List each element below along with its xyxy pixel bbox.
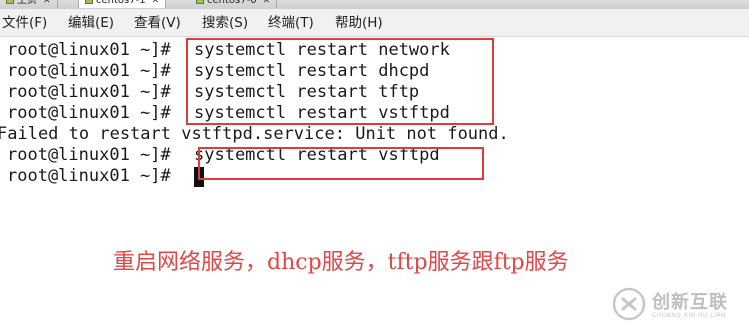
- tab-label: 主页: [17, 0, 37, 6]
- menu-help[interactable]: 帮助(H): [335, 14, 383, 32]
- tab-label: centos7-1: [96, 0, 146, 6]
- terminal-line: root@linux01 ~]# systemctl restart dhcpd: [0, 61, 429, 82]
- error-output: Failed to restart vstftpd.service: Unit …: [0, 124, 509, 144]
- home-icon: [6, 0, 14, 4]
- close-icon[interactable]: ✕: [263, 0, 271, 6]
- shell-prompt: root@linux01 ~]#: [7, 40, 171, 60]
- menu-file[interactable]: 文件(F): [2, 14, 47, 32]
- tab-label: centos7-0: [207, 0, 257, 6]
- terminal-line: root@linux01 ~]#: [0, 166, 204, 187]
- terminal-line: root@linux01 ~]# systemctl restart netwo…: [0, 40, 450, 61]
- terminal-line: root@linux01 ~]# systemctl restart vsftp…: [0, 145, 440, 166]
- terminal-line: root@linux01 ~]# systemctl restart vstft…: [0, 103, 450, 124]
- shell-prompt: root@linux01 ~]#: [7, 82, 171, 102]
- watermark-title: 创新互联: [652, 292, 728, 313]
- highlight-box-commands: [186, 38, 494, 125]
- menu-search[interactable]: 搜索(S): [202, 14, 248, 32]
- shell-prompt: root@linux01 ~]#: [7, 166, 171, 186]
- highlight-box-vsftpd: [198, 147, 484, 180]
- close-icon[interactable]: ✕: [152, 0, 160, 6]
- tab-centos7-0[interactable]: centos7-0 ✕: [190, 0, 278, 8]
- terminal-line: root@linux01 ~]# systemctl restart tftp: [0, 82, 419, 103]
- watermark: 创新互联 CHUANG XIN HU LIAN: [612, 286, 749, 326]
- watermark-subtitle: CHUANG XIN HU LIAN: [652, 312, 727, 319]
- vm-icon: [85, 0, 93, 4]
- menu-edit[interactable]: 编辑(E): [68, 14, 114, 32]
- annotation-text: 重启网络服务，dhcp服务，tftp服务跟ftp服务: [113, 250, 569, 275]
- shell-prompt: root@linux01 ~]#: [7, 145, 171, 165]
- shell-prompt: root@linux01 ~]#: [7, 103, 171, 123]
- menu-view[interactable]: 查看(V): [134, 14, 181, 32]
- window-tab-bar: 主页 ✕ centos7-1 ✕ centos7-0 ✕: [0, 0, 749, 9]
- vm-icon: [196, 0, 204, 4]
- menu-bar: 文件(F) 编辑(E) 查看(V) 搜索(S) 终端(T) 帮助(H): [0, 9, 749, 37]
- shell-prompt: root@linux01 ~]#: [7, 61, 171, 81]
- menu-terminal[interactable]: 终端(T): [268, 14, 314, 32]
- watermark-logo-icon: [612, 287, 646, 321]
- close-icon[interactable]: ✕: [43, 0, 51, 6]
- tab-centos7-1[interactable]: centos7-1 ✕: [78, 0, 167, 8]
- tab-home[interactable]: 主页 ✕: [0, 0, 58, 8]
- terminal-line: Failed to restart vstftpd.service: Unit …: [0, 124, 509, 145]
